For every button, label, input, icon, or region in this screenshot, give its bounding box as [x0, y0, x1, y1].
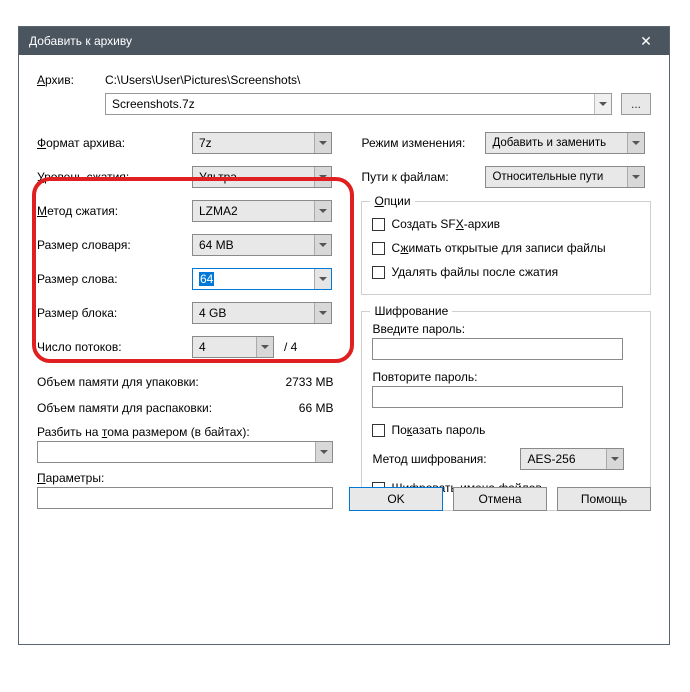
method-combo[interactable]: LZMA2 [192, 200, 332, 222]
password-repeat-input[interactable] [372, 386, 623, 408]
show-password-row[interactable]: Показать пароль [372, 418, 640, 442]
dict-combo[interactable]: 64 MB [192, 234, 332, 256]
block-combo[interactable]: 4 GB [192, 302, 332, 324]
chevron-down-icon[interactable] [627, 133, 644, 153]
button-bar: OK Отмена Помощь [349, 487, 651, 511]
paths-combo[interactable]: Относительные пути [485, 166, 645, 188]
chevron-down-icon[interactable] [314, 201, 331, 221]
split-label: Разбить на тома размером (в байтах): [37, 425, 361, 439]
chevron-down-icon[interactable] [315, 442, 332, 462]
ok-button[interactable]: OK [349, 487, 443, 511]
chevron-down-icon[interactable] [314, 303, 331, 323]
sfx-checkbox-row[interactable]: Создать SFX-архив [372, 212, 640, 236]
archive-filename-value: Screenshots.7z [112, 97, 195, 111]
enc-method-label: Метод шифрования: [372, 452, 520, 466]
chevron-down-icon[interactable] [627, 167, 644, 187]
params-input[interactable] [37, 487, 333, 509]
dict-label: Размер словаря: [37, 238, 192, 252]
chevron-down-icon[interactable] [314, 235, 331, 255]
archive-filename-row: Screenshots.7z ... [37, 93, 651, 115]
archive-path: C:\Users\User\Pictures\Screenshots\ [105, 73, 651, 87]
chevron-down-icon[interactable] [256, 337, 273, 357]
delete-checkbox-row[interactable]: Удалять файлы после сжатия [372, 260, 640, 284]
left-column: Формат архива: 7z Уровень сжатия: Ультра… [37, 129, 361, 511]
options-group: Опции Создать SFX-архив Сжимать открытые… [361, 201, 651, 295]
chevron-down-icon[interactable] [606, 449, 623, 469]
chevron-down-icon[interactable] [314, 167, 331, 187]
format-combo[interactable]: 7z [192, 132, 332, 154]
level-label: Уровень сжатия: [37, 170, 192, 184]
archive-label: Архив: [37, 73, 105, 87]
password-input[interactable] [372, 338, 623, 360]
checkbox-icon[interactable] [372, 266, 385, 279]
window-title: Добавить к архиву [29, 34, 627, 48]
threads-label: Число потоков: [37, 340, 192, 354]
threads-combo[interactable]: 4 [192, 336, 274, 358]
archive-path-row: Архив: C:\Users\User\Pictures\Screenshot… [37, 73, 651, 87]
block-label: Размер блока: [37, 306, 192, 320]
params-label: Параметры: [37, 471, 361, 485]
chevron-down-icon[interactable] [314, 269, 331, 289]
checkbox-icon[interactable] [372, 242, 385, 255]
method-label: Метод сжатия: [37, 204, 192, 218]
encryption-title: Шифрование [370, 304, 452, 318]
shared-checkbox-row[interactable]: Сжимать открытые для записи файлы [372, 236, 640, 260]
word-combo[interactable]: 64 [192, 268, 332, 290]
mem-unpack-label: Объем памяти для распаковки: [37, 401, 299, 415]
dialog-body: Архив: C:\Users\User\Pictures\Screenshot… [19, 55, 669, 525]
browse-button[interactable]: ... [621, 93, 651, 115]
word-label: Размер слова: [37, 272, 192, 286]
encryption-group: Шифрование Введите пароль: Повторите пар… [361, 311, 651, 511]
archive-filename-combo[interactable]: Screenshots.7z [105, 93, 612, 115]
help-button[interactable]: Помощь [557, 487, 651, 511]
mode-combo[interactable]: Добавить и заменить [485, 132, 645, 154]
mem-pack-value: 2733 MB [285, 375, 361, 389]
checkbox-icon[interactable] [372, 424, 385, 437]
titlebar[interactable]: Добавить к архиву ✕ [19, 27, 669, 55]
dialog-window: Добавить к архиву ✕ Архив: C:\Users\User… [18, 26, 670, 645]
mem-pack-label: Объем памяти для упаковки: [37, 375, 285, 389]
mem-unpack-value: 66 MB [299, 401, 362, 415]
paths-label: Пути к файлам: [361, 170, 485, 184]
checkbox-icon[interactable] [372, 218, 385, 231]
threads-max: / 4 [284, 340, 297, 354]
level-combo[interactable]: Ультра [192, 166, 332, 188]
options-title: Опции [370, 194, 414, 208]
format-label: Формат архива: [37, 136, 192, 150]
pwd1-label: Введите пароль: [372, 322, 640, 336]
cancel-button[interactable]: Отмена [453, 487, 547, 511]
mode-label: Режим изменения: [361, 136, 485, 150]
pwd2-label: Повторите пароль: [372, 370, 640, 384]
right-column: Режим изменения: Добавить и заменить Пут… [361, 129, 651, 511]
split-combo[interactable] [37, 441, 333, 463]
chevron-down-icon[interactable] [314, 133, 331, 153]
chevron-down-icon[interactable] [594, 94, 611, 114]
enc-method-combo[interactable]: AES-256 [520, 448, 624, 470]
close-icon[interactable]: ✕ [627, 27, 665, 55]
